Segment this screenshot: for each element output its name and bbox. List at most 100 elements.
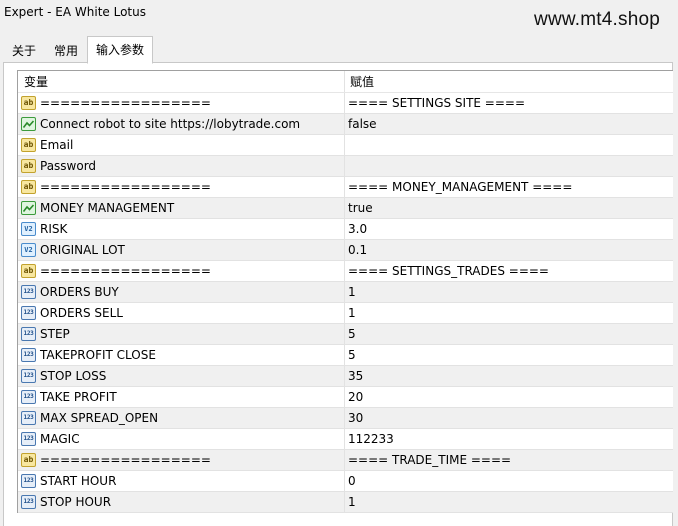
parameter-value[interactable]: 5 — [348, 348, 356, 362]
parameter-name-cell[interactable]: 123 MAGIC — [18, 429, 345, 449]
parameter-name-cell[interactable]: 123 ORDERS BUY — [18, 282, 345, 302]
parameter-name-cell[interactable]: ab ================= — [18, 261, 345, 281]
table-row[interactable]: 123 START HOUR 0 — [18, 471, 673, 492]
parameter-value[interactable]: ==== TRADE_TIME ==== — [348, 453, 511, 467]
parameter-name: TAKEPROFIT CLOSE — [40, 348, 156, 362]
table-row[interactable]: ab ================= ==== SETTINGS SITE ==… — [18, 93, 673, 114]
table-row[interactable]: 123 ORDERS SELL 1 — [18, 303, 673, 324]
parameter-value[interactable]: 0.1 — [348, 243, 367, 257]
parameter-value-cell[interactable]: 35 — [345, 366, 673, 386]
integer-type-icon: 123 — [21, 390, 36, 404]
integer-type-icon: 123 — [21, 348, 36, 362]
parameter-name-cell[interactable]: ab ================= — [18, 450, 345, 470]
table-row[interactable]: 123 ORDERS BUY 1 — [18, 282, 673, 303]
table-row[interactable]: V2 ORIGINAL LOT 0.1 — [18, 240, 673, 261]
table-row[interactable]: ab ================= ==== TRADE_TIME ==== — [18, 450, 673, 471]
table-row[interactable]: ab ================= ==== SETTINGS_TRADES … — [18, 261, 673, 282]
table-row[interactable]: 123 TAKEPROFIT CLOSE 5 — [18, 345, 673, 366]
tab-common[interactable]: 常用 — [45, 38, 87, 64]
tab-inputs[interactable]: 输入参数 — [87, 36, 154, 64]
parameter-value[interactable]: 112233 — [348, 432, 394, 446]
parameter-value[interactable]: ==== SETTINGS SITE ==== — [348, 96, 525, 110]
table-row[interactable]: V2 RISK 3.0 — [18, 219, 673, 240]
parameter-value[interactable]: 20 — [348, 390, 363, 404]
tab-bar: 关于 常用 输入参数 — [3, 36, 154, 64]
parameter-value[interactable]: 0 — [348, 474, 356, 488]
parameter-name-cell[interactable]: ab Password — [18, 156, 345, 176]
parameter-value-cell[interactable]: 0 — [345, 471, 673, 491]
parameter-value-cell[interactable]: 112233 — [345, 429, 673, 449]
parameter-value[interactable]: 30 — [348, 411, 363, 425]
integer-type-icon: 123 — [21, 411, 36, 425]
integer-type-icon: 123 — [21, 495, 36, 509]
parameter-value-cell[interactable]: 0.1 — [345, 240, 673, 260]
parameter-name: ORDERS SELL — [40, 306, 123, 320]
parameter-name-cell[interactable]: 123 MAX SPREAD_OPEN — [18, 408, 345, 428]
table-row[interactable]: 123 MAX SPREAD_OPEN 30 — [18, 408, 673, 429]
table-row[interactable]: 123 STOP HOUR 1 — [18, 492, 673, 513]
parameter-name: TAKE PROFIT — [40, 390, 117, 404]
parameter-value[interactable]: false — [348, 117, 377, 131]
integer-type-icon: 123 — [21, 327, 36, 341]
parameter-name-cell[interactable]: 123 STOP LOSS — [18, 366, 345, 386]
parameter-name-cell[interactable]: MONEY MANAGEMENT — [18, 198, 345, 218]
parameter-value-cell[interactable]: 1 — [345, 303, 673, 323]
parameter-value[interactable]: 1 — [348, 285, 356, 299]
parameter-name-cell[interactable]: 123 STOP HOUR — [18, 492, 345, 512]
table-row[interactable]: 123 MAGIC 112233 — [18, 429, 673, 450]
table-header: 变量 赋值 — [18, 71, 673, 93]
parameter-name-cell[interactable]: V2 RISK — [18, 219, 345, 239]
parameter-name: Email — [40, 138, 74, 152]
table-row[interactable]: 123 STEP 5 — [18, 324, 673, 345]
parameter-name: START HOUR — [40, 474, 117, 488]
parameter-value[interactable]: 1 — [348, 495, 356, 509]
table-row[interactable]: MONEY MANAGEMENT true — [18, 198, 673, 219]
parameter-value[interactable]: ==== MONEY_MANAGEMENT ==== — [348, 180, 572, 194]
parameter-value[interactable]: 5 — [348, 327, 356, 341]
parameter-name-cell[interactable]: 123 TAKEPROFIT CLOSE — [18, 345, 345, 365]
parameter-value-cell[interactable] — [345, 156, 673, 176]
bool-type-icon — [21, 201, 36, 215]
parameter-name: ================= — [40, 180, 211, 194]
parameter-value[interactable]: 3.0 — [348, 222, 367, 236]
table-row[interactable]: ab ================= ==== MONEY_MANAGEMENT… — [18, 177, 673, 198]
parameter-name-cell[interactable]: 123 START HOUR — [18, 471, 345, 491]
parameter-value-cell[interactable]: ==== TRADE_TIME ==== — [345, 450, 673, 470]
string-type-icon: ab — [21, 453, 36, 467]
parameter-name-cell[interactable]: ab Email — [18, 135, 345, 155]
parameter-name: MAGIC — [40, 432, 80, 446]
parameter-value-cell[interactable]: 5 — [345, 345, 673, 365]
parameter-value-cell[interactable]: ==== SETTINGS_TRADES ==== — [345, 261, 673, 281]
parameter-value[interactable]: ==== SETTINGS_TRADES ==== — [348, 264, 549, 278]
parameter-value[interactable]: true — [348, 201, 373, 215]
parameter-value-cell[interactable]: false — [345, 114, 673, 134]
parameter-value-cell[interactable]: 20 — [345, 387, 673, 407]
table-row[interactable]: 123 STOP LOSS 35 — [18, 366, 673, 387]
table-row[interactable]: ab Password — [18, 156, 673, 177]
parameter-value-cell[interactable]: 1 — [345, 282, 673, 302]
column-header-variable[interactable]: 变量 — [18, 71, 345, 92]
parameter-name-cell[interactable]: 123 ORDERS SELL — [18, 303, 345, 323]
parameter-value[interactable]: 1 — [348, 306, 356, 320]
parameter-name-cell[interactable]: 123 STEP — [18, 324, 345, 344]
parameter-value-cell[interactable]: 30 — [345, 408, 673, 428]
parameter-name-cell[interactable]: ab ================= — [18, 177, 345, 197]
parameter-value-cell[interactable]: 5 — [345, 324, 673, 344]
parameter-value[interactable]: 35 — [348, 369, 363, 383]
inputs-panel: 变量 赋值 ab ================= ==== SETTINGS S… — [3, 62, 673, 526]
column-header-value[interactable]: 赋值 — [345, 71, 673, 92]
parameter-name-cell[interactable]: 123 TAKE PROFIT — [18, 387, 345, 407]
parameter-value-cell[interactable]: 1 — [345, 492, 673, 512]
parameter-value-cell[interactable]: ==== SETTINGS SITE ==== — [345, 93, 673, 113]
parameter-value-cell[interactable]: true — [345, 198, 673, 218]
tab-about[interactable]: 关于 — [3, 38, 45, 64]
parameter-value-cell[interactable]: 3.0 — [345, 219, 673, 239]
table-row[interactable]: 123 TAKE PROFIT 20 — [18, 387, 673, 408]
table-row[interactable]: Connect robot to site https://lobytrade.… — [18, 114, 673, 135]
table-row[interactable]: ab Email — [18, 135, 673, 156]
parameter-value-cell[interactable] — [345, 135, 673, 155]
parameter-value-cell[interactable]: ==== MONEY_MANAGEMENT ==== — [345, 177, 673, 197]
parameter-name-cell[interactable]: ab ================= — [18, 93, 345, 113]
parameter-name-cell[interactable]: Connect robot to site https://lobytrade.… — [18, 114, 345, 134]
parameter-name-cell[interactable]: V2 ORIGINAL LOT — [18, 240, 345, 260]
